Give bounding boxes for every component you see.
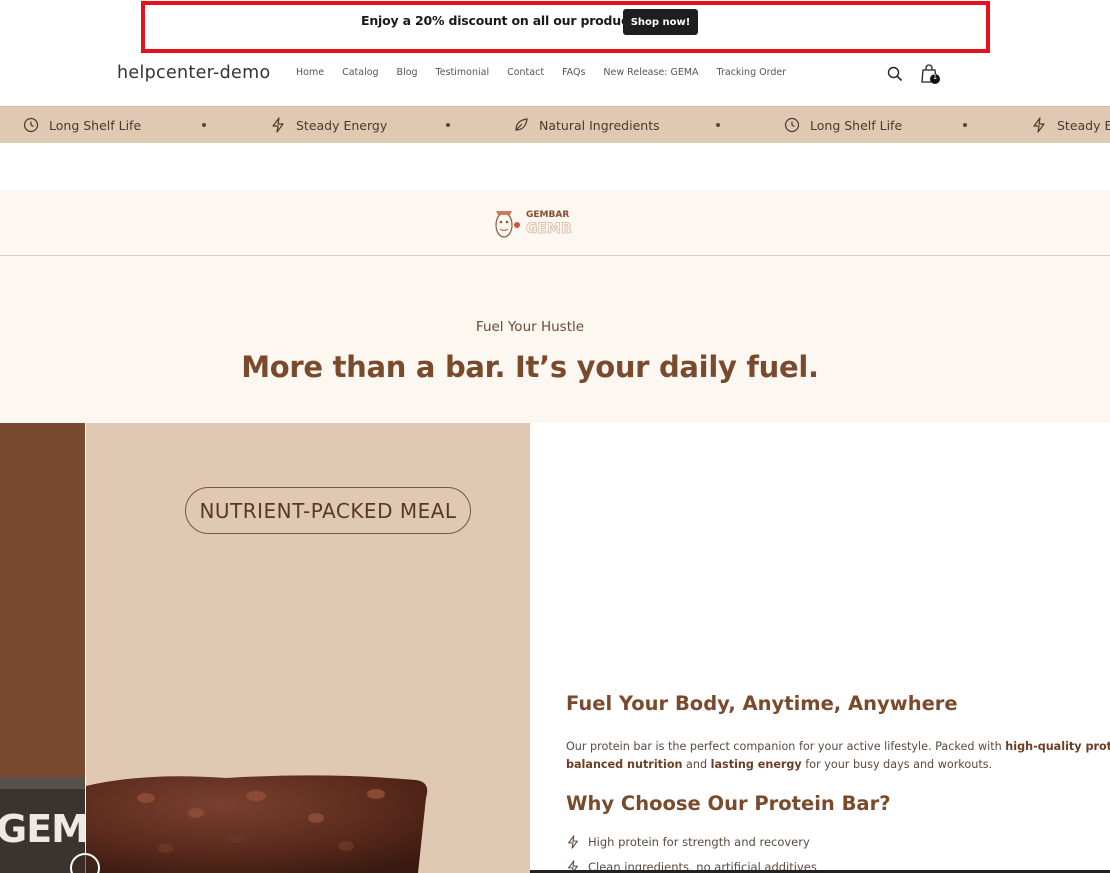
marquee-item: Steady Energy <box>270 117 387 133</box>
para-text: and <box>682 758 711 771</box>
cart-count-badge: 1 <box>932 73 938 81</box>
hero-title: More than a bar. It’s your daily fuel. <box>241 350 819 384</box>
separator-dot <box>202 123 206 127</box>
bolt-icon <box>272 117 284 133</box>
nav-item-tracking-order[interactable]: Tracking Order <box>717 67 787 78</box>
marquee-item: Steady E <box>1031 117 1110 133</box>
marquee-item: Natural Ingredients <box>513 117 660 133</box>
separator-dot <box>716 123 720 127</box>
separator-dot <box>963 123 967 127</box>
main-nav: Home Catalog Blog Testimonial Contact FA… <box>296 67 804 78</box>
svg-text:GEMBAR: GEMBAR <box>526 210 569 220</box>
bag-icon <box>921 64 940 84</box>
marquee-item: Long Shelf Life <box>784 117 902 133</box>
package-text: GEM <box>0 807 85 851</box>
nav-item-blog[interactable]: Blog <box>397 67 418 78</box>
marquee-label: Long Shelf Life <box>49 117 142 133</box>
bolt-icon <box>568 835 578 849</box>
content-paragraph: Our protein bar is the perfect companion… <box>566 738 1110 774</box>
highlight-outline <box>141 1 990 53</box>
leaf-icon <box>515 118 528 131</box>
separator-dot <box>446 123 450 127</box>
cart-icon[interactable]: 1 <box>920 62 942 86</box>
para-text: for your busy days and workouts. <box>801 758 993 771</box>
gembar-logo: GEMBAR GEMBAR <box>495 210 572 238</box>
nav-item-testimonial[interactable]: Testimonial <box>436 67 490 78</box>
site-logo[interactable]: helpcenter-demo <box>117 63 270 83</box>
product-image: NUTRIENT-PACKED MEAL <box>86 423 530 873</box>
page-root: Enjoy a 20% discount on all our products… <box>0 0 1110 873</box>
feature-marquee: Long Shelf Life Steady Energy Natural In… <box>0 106 1110 143</box>
nav-item-catalog[interactable]: Catalog <box>342 67 378 78</box>
package-stripe <box>0 777 85 789</box>
clock-icon <box>23 117 39 133</box>
marquee-item: Long Shelf Life <box>23 117 141 133</box>
nav-item-faqs[interactable]: FAQs <box>562 67 585 78</box>
marquee-label: Natural Ingredients <box>539 117 660 133</box>
para-bold: balanced nutrition <box>566 758 683 771</box>
hero-subtitle: Fuel Your Hustle <box>475 319 585 335</box>
nav-item-contact[interactable]: Contact <box>507 67 544 78</box>
hero-section: Fuel Your Hustle More than a bar. It’s y… <box>0 256 1110 423</box>
clock-icon <box>784 117 800 133</box>
marquee-label: Steady Energy <box>296 117 388 133</box>
content-heading: Fuel Your Body, Anytime, Anywhere <box>566 692 958 715</box>
why-heading: Why Choose Our Protein Bar? <box>566 792 891 815</box>
marquee-label: Long Shelf Life <box>810 117 903 133</box>
benefit-label: High protein for strength and recovery <box>588 835 810 849</box>
nav-item-home[interactable]: Home <box>296 67 324 78</box>
para-bold: high-quality prote <box>1005 740 1110 753</box>
para-bold: lasting energy <box>710 758 802 771</box>
marquee-label: Steady E <box>1057 117 1110 133</box>
benefit-item: High protein for strength and recovery <box>566 835 810 849</box>
brand-strip: GEMBAR GEMBAR <box>0 190 1110 256</box>
protein-bar-image <box>86 775 428 873</box>
nutrient-pill: NUTRIENT-PACKED MEAL <box>185 487 471 534</box>
para-text: Our protein bar is the perfect companion… <box>566 740 1006 753</box>
nav-item-new-release[interactable]: New Release: GEMA <box>603 67 698 78</box>
bolt-icon <box>1033 117 1045 133</box>
svg-text:GEMBAR: GEMBAR <box>526 221 572 237</box>
search-icon[interactable] <box>887 66 903 82</box>
